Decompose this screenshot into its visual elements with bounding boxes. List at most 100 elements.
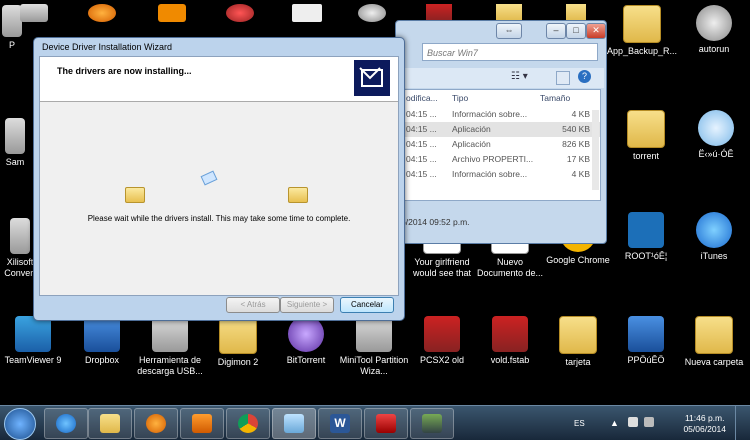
firefox-top-icon[interactable] [88, 4, 116, 22]
dialog-header: The drivers are now installing... [40, 57, 398, 102]
dropbox-icon [84, 316, 120, 352]
teamviewer-icon [15, 316, 51, 352]
volume-icon[interactable] [644, 417, 654, 427]
taskbar-media-player[interactable] [180, 408, 224, 439]
winrar-icon [492, 316, 528, 352]
desktop-icon-pp[interactable]: PPÖúÊÖ [610, 316, 682, 366]
flying-document-icon [200, 170, 218, 186]
folder-icon [623, 5, 661, 43]
app-top-icon[interactable] [226, 4, 254, 22]
desktop-icon-digimon[interactable]: Digimon 2 [202, 316, 274, 368]
gear-icon [696, 5, 732, 41]
scrollbar[interactable] [592, 110, 599, 190]
folder-icon [695, 316, 733, 354]
folder-icon [559, 316, 597, 354]
desktop-icon-sam[interactable]: Sam [0, 118, 30, 168]
desktop-icon-nueva-carpeta[interactable]: Nueva carpeta [678, 316, 750, 368]
bittorrent-icon [288, 316, 324, 352]
start-button[interactable] [4, 408, 36, 440]
internet-explorer-icon [56, 414, 76, 433]
recycle-bin-icon [2, 5, 22, 37]
status-bar: 6/2014 09:52 p.m. [401, 217, 470, 227]
winrar-icon [422, 414, 442, 433]
column-header-date[interactable]: odifica... [406, 90, 438, 106]
minimize-button[interactable]: – [546, 23, 566, 39]
desktop-icon-bittorrent[interactable]: BitTorrent [270, 316, 342, 366]
chrome-icon [238, 414, 258, 433]
table-row[interactable]: 04:15 ... Información sobre... 4 KB [402, 107, 600, 122]
taskbar-chrome[interactable] [226, 408, 270, 439]
desktop-icon-pcsx2[interactable]: PCSX2 old [406, 316, 478, 366]
desktop-icon-root[interactable]: ROOT¹óÊ¦ [610, 212, 682, 262]
desktop-icon-dropbox[interactable]: Dropbox [66, 316, 138, 366]
maximize-button[interactable]: □ [566, 23, 586, 39]
desktop-icon-minitool[interactable]: MiniTool Partition Wiza... [338, 316, 410, 377]
dialog-body: The drivers are now installing... Please… [39, 56, 399, 296]
explorer-toolbar: ☷ ▾ ? [396, 68, 604, 88]
printer-icon [376, 414, 396, 433]
column-header-type[interactable]: Tipo [452, 90, 468, 106]
taskbar-firefox[interactable] [134, 408, 178, 439]
clock[interactable]: 11:46 p.m. 05/06/2014 [683, 413, 726, 435]
desktop-icon-torrent[interactable]: torrent [610, 110, 682, 162]
next-button[interactable]: Siguiente > [280, 297, 334, 313]
desktop-icon-autorun[interactable]: autorun [678, 5, 750, 55]
cloud-icon [698, 110, 734, 146]
avast-top-icon[interactable] [158, 4, 186, 22]
desktop-icon-vold[interactable]: vold.fstab [474, 316, 546, 366]
wizard-logo-icon [354, 60, 390, 96]
partition-icon [356, 316, 392, 352]
recycle-bin-top-icon[interactable] [20, 4, 48, 22]
app-icon [10, 218, 30, 254]
show-hidden-icons[interactable]: ▲ [610, 418, 619, 428]
taskbar-window[interactable] [272, 408, 316, 439]
back-button[interactable]: < Atrás [226, 297, 280, 313]
taskbar-explorer[interactable] [88, 408, 132, 439]
explorer-window[interactable]: ⇔ – □ ✕ Buscar Win7 ☷ ▾ ? odifica... Tip… [395, 20, 607, 244]
view-icon[interactable]: ☷ ▾ [511, 71, 528, 82]
folder-icon [627, 110, 665, 148]
desktop-icon-teamviewer[interactable]: TeamViewer 9 [0, 316, 69, 366]
table-row[interactable]: 04:15 ... Archivo PROPERTI... 17 KB [402, 152, 600, 167]
desktop-icon-tarjeta[interactable]: tarjeta [542, 316, 614, 368]
table-row[interactable]: 04:15 ... Información sobre... 4 KB [402, 167, 600, 182]
driver-wizard-dialog[interactable]: Device Driver Installation Wizard The dr… [33, 37, 405, 321]
app-icon [5, 118, 25, 154]
doc-top-icon[interactable] [292, 4, 322, 22]
dialog-title: Device Driver Installation Wizard [42, 42, 173, 52]
dialog-buttons: < Atrás Siguiente > Cancelar [34, 295, 404, 319]
help-icon[interactable]: ? [578, 70, 591, 83]
file-list: odifica... Tipo Tamaño 04:15 ... Informac… [401, 89, 601, 201]
firefox-icon [146, 414, 166, 433]
window-icon [284, 414, 304, 433]
system-tray: ES ▲ 11:46 p.m. 05/06/2014 [570, 406, 750, 440]
cancel-button[interactable]: Cancelar [340, 297, 394, 313]
network-icon[interactable] [628, 417, 638, 427]
taskbar-printer[interactable] [364, 408, 408, 439]
preview-pane-icon[interactable] [556, 71, 570, 85]
desktop-icon-app-backup[interactable]: App_Backup_R... [606, 5, 678, 57]
desktop-icon-itunes[interactable]: iTunes [678, 212, 750, 262]
taskbar-word[interactable]: W [318, 408, 362, 439]
media-top-icon[interactable] [358, 4, 386, 22]
show-desktop-button[interactable] [735, 406, 750, 440]
install-message: Please wait while the drivers install. T… [87, 214, 351, 223]
media-player-icon [192, 414, 212, 433]
back-forward-button[interactable]: ⇔ [496, 23, 522, 39]
desktop-icon-recycle[interactable]: P [2, 5, 22, 51]
desktop-icon-herramienta[interactable]: Herramienta de descarga USB... [134, 316, 206, 377]
target-folder-icon [288, 187, 308, 203]
language-indicator[interactable]: ES [574, 419, 585, 428]
desktop-icon-cloud[interactable]: Ë‹»ú·ÓÊ [680, 110, 750, 160]
search-input[interactable]: Buscar Win7 [422, 43, 598, 61]
column-header-size[interactable]: Tamaño [540, 90, 570, 106]
close-button[interactable]: ✕ [586, 23, 606, 39]
table-row[interactable]: 04:15 ... Aplicación 826 KB [402, 137, 600, 152]
install-heading: The drivers are now installing... [57, 66, 192, 76]
folder-icon [219, 316, 257, 354]
taskbar-winrar[interactable] [410, 408, 454, 439]
table-row[interactable]: 04:15 ... Aplicación 540 KB [402, 122, 600, 137]
taskbar-ie[interactable] [44, 408, 88, 439]
anchor-icon [628, 212, 664, 248]
source-folder-icon [125, 187, 145, 203]
